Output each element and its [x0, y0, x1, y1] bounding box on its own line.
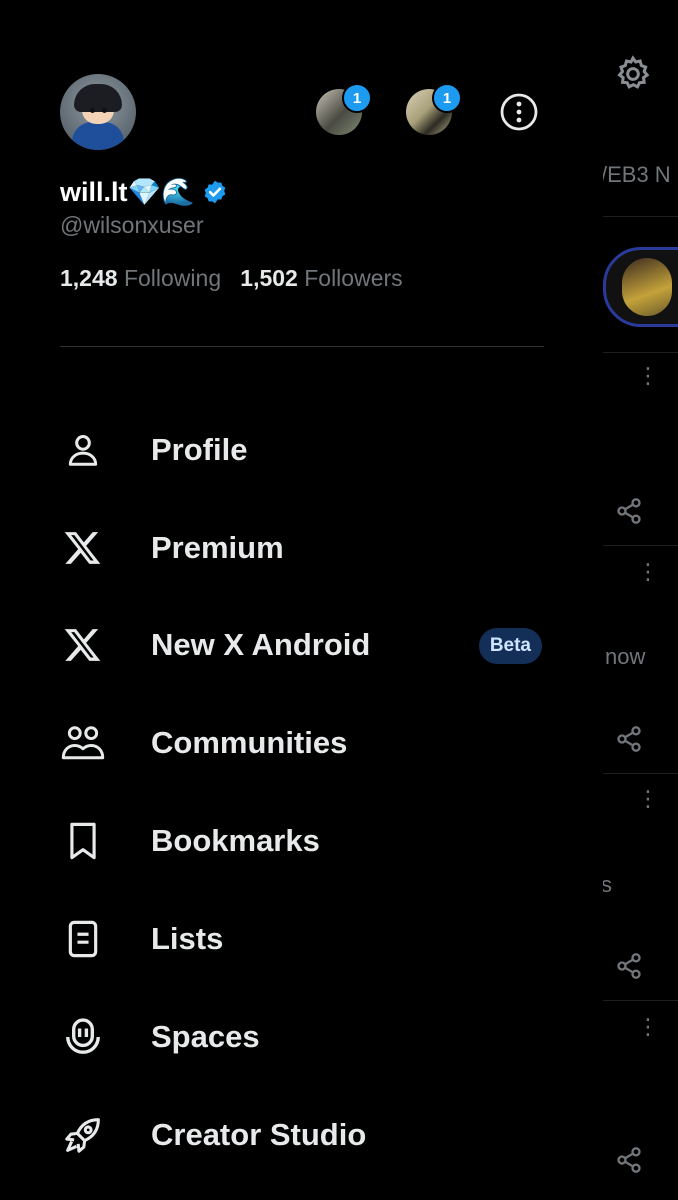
list-icon — [60, 916, 106, 962]
divider — [603, 773, 678, 774]
menu-item-lists[interactable]: Lists — [60, 904, 544, 974]
avatar-eye — [90, 108, 95, 113]
followers-link[interactable]: 1,502 Followers — [240, 265, 402, 291]
divider — [603, 545, 678, 546]
menu-label: Premium — [151, 530, 284, 565]
share-icon[interactable] — [615, 952, 643, 980]
menu-item-bookmarks[interactable]: Bookmarks — [60, 806, 544, 876]
following-label: Following — [123, 265, 222, 291]
tab-fragment[interactable]: /EB3 N — [601, 162, 671, 188]
menu-label: Profile — [151, 432, 248, 467]
profile-avatar[interactable] — [60, 74, 136, 150]
following-link[interactable]: 1,248 Following — [60, 265, 228, 291]
menu-item-communities[interactable]: Communities — [60, 708, 544, 778]
menu-item-profile[interactable]: Profile — [60, 415, 544, 485]
bookmark-icon — [60, 818, 106, 864]
more-dots-icon[interactable]: ⋮ — [637, 788, 659, 810]
following-count: 1,248 — [60, 265, 118, 291]
host-avatar — [622, 258, 672, 316]
display-name: will.lt💎🌊 — [60, 177, 195, 207]
menu-item-creator-studio[interactable]: Creator Studio — [60, 1100, 544, 1170]
divider — [603, 1000, 678, 1001]
share-icon[interactable] — [615, 1146, 643, 1174]
communities-icon — [60, 720, 106, 766]
menu-label: Lists — [151, 921, 224, 956]
settings-icon[interactable] — [613, 54, 653, 94]
avatar-body — [72, 122, 124, 150]
switch-account-1[interactable]: 1 — [316, 83, 372, 135]
spaces-icon — [60, 1014, 106, 1060]
menu-item-spaces[interactable]: Spaces — [60, 1002, 544, 1072]
menu-item-premium[interactable]: Premium — [60, 513, 544, 583]
verified-badge-icon — [204, 180, 226, 204]
share-icon[interactable] — [615, 725, 643, 753]
follow-stats: 1,248 Following 1,502 Followers — [60, 265, 403, 292]
rocket-icon — [60, 1112, 106, 1158]
menu-label: Bookmarks — [151, 823, 320, 858]
beta-badge: Beta — [478, 628, 542, 664]
avatar-hair — [74, 84, 122, 112]
x-logo-icon — [60, 622, 106, 668]
more-dots-icon[interactable]: ⋮ — [637, 365, 659, 387]
notification-badge: 1 — [342, 83, 372, 113]
more-dots-icon[interactable]: ⋮ — [637, 561, 659, 583]
more-options-icon[interactable] — [499, 92, 539, 132]
menu-label: Creator Studio — [151, 1117, 367, 1152]
divider — [60, 346, 544, 347]
menu-label: Communities — [151, 725, 348, 760]
spaces-pill[interactable] — [603, 247, 678, 327]
menu-item-new-x-android[interactable]: New X Android Beta — [60, 610, 544, 680]
avatar-eye — [102, 108, 107, 113]
followers-label: Followers — [304, 265, 403, 291]
background-feed: /EB3 N ⋮ ⋮ now ⋮ s ⋮ — [601, 0, 678, 1200]
navigation-drawer: 1 1 will.lt💎🌊 @wilsonxuser 1,248 Followi… — [0, 0, 603, 1200]
share-icon[interactable] — [615, 497, 643, 525]
display-name-row[interactable]: will.lt💎🌊 — [60, 176, 228, 208]
x-logo-icon — [60, 525, 106, 571]
person-icon — [60, 427, 106, 473]
menu-label: Spaces — [151, 1019, 260, 1054]
more-dots-icon[interactable]: ⋮ — [637, 1016, 659, 1038]
divider — [603, 216, 678, 217]
divider — [603, 352, 678, 353]
user-handle: @wilsonxuser — [60, 212, 204, 238]
time-fragment: now — [605, 644, 646, 669]
menu-label: New X Android — [151, 627, 371, 662]
notification-badge: 1 — [432, 83, 462, 113]
switch-account-2[interactable]: 1 — [406, 83, 462, 135]
followers-count: 1,502 — [240, 265, 298, 291]
